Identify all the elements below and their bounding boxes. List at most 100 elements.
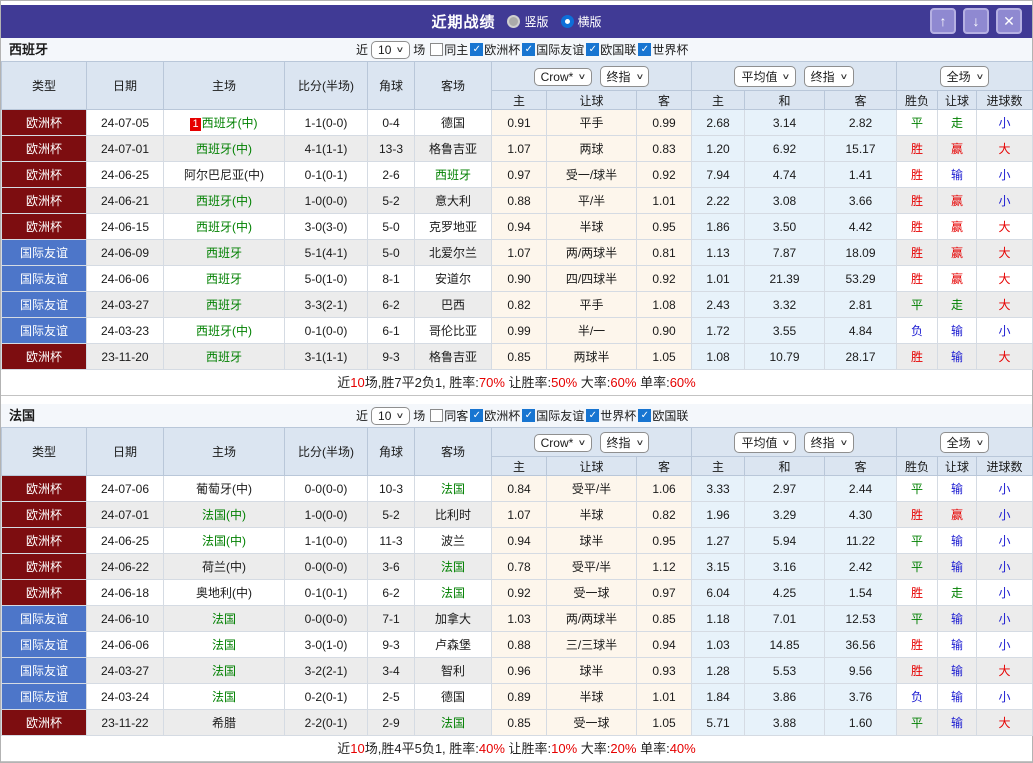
match-count-select[interactable]: 10 ∨ [371,40,411,59]
result-handicap-cell: 走 [937,579,978,606]
home-team-name: 西班牙 [205,298,242,312]
result-handicap-cell: 输 [937,161,978,188]
checkbox-checked-icon[interactable]: ✓ [470,43,484,56]
avg-away-odds: 1.54 [823,579,898,606]
close-button[interactable]: ✕ [996,8,1022,34]
league-filter[interactable]: ✓ 世界杯 [638,41,688,58]
checkbox-unchecked-icon[interactable] [430,409,444,422]
away-team-name: 意大利 [434,194,471,208]
handicap-dropdowns: Crow* ∨ 终指 ∨ [491,427,692,457]
radio-horizontal-label: 横版 [577,15,602,29]
matches-table: 类型 日期 主场 比分(半场) 角球 客场 Crow* ∨ 终指 ∨ 平均值 ∨ 终指… [1,61,1033,370]
league-filter[interactable]: ✓ 欧洲杯 [470,407,520,424]
layout-radio-vertical[interactable]: 竖版 [507,13,549,30]
move-down-button[interactable]: ↓ [963,8,989,34]
league-filter[interactable]: ✓ 欧国联 [586,41,636,58]
league-filter[interactable]: ✓ 国际友谊 [522,407,584,424]
home-team-name: 荷兰(中) [202,560,246,574]
result-handicap: 赢 [951,508,964,522]
same-venue-filter[interactable]: 同客 [430,407,468,424]
scope-select[interactable]: 全场 ∨ [939,431,990,453]
checkbox-checked-icon[interactable]: ✓ [470,409,484,422]
score-cell: 3-2(2-1) [284,657,368,684]
match-count-select[interactable]: 10 ∨ [371,406,411,425]
avg-away-odds: 36.56 [823,631,898,658]
col-result: 胜负 [896,456,939,476]
handicap-away-odds: 1.01 [636,683,692,710]
col-avg-draw: 和 [744,90,825,110]
result-goals: 大 [998,272,1011,286]
matches-table: 类型 日期 主场 比分(半场) 角球 客场 Crow* ∨ 终指 ∨ 平均值 ∨ 终指… [1,427,1033,736]
checkbox-checked-icon[interactable]: ✓ [522,409,536,422]
away-team-name: 北爱尔兰 [428,246,477,260]
corner-cell: 3-4 [367,657,415,684]
away-team-cell: 北爱尔兰 [414,239,492,266]
away-team-name: 智利 [440,664,465,678]
summary-segment: 40% [478,741,505,756]
competition-type-cell: 欧洲杯 [1,213,87,240]
away-team-cell: 安道尔 [414,265,492,292]
result-outcome-cell: 负 [896,317,939,344]
col-handicap-away: 客 [636,90,692,110]
avg-away-odds: 3.76 [823,683,898,710]
league-label: 世界杯 [652,43,689,57]
handicap-line: 球半 [546,657,637,684]
summary-segment: 场,胜4平5负1, 胜率: [364,741,479,756]
avg-draw-odds: 3.50 [744,213,825,240]
match-row: 欧洲杯 24-06-22 荷兰(中) 0-0(0-0) 3-6 法国 0.78 受平/半 1.1… [1,553,1033,580]
score-cell: 1-1(0-0) [284,527,368,554]
handicap-line: 受平/半 [546,475,637,502]
league-filter[interactable]: ✓ 世界杯 [586,407,636,424]
col-score: 比分(半场) [284,61,368,110]
result-outcome: 胜 [911,638,924,652]
result-handicap-cell: 赢 [937,135,978,162]
competition-type-cell: 国际友谊 [1,657,87,684]
result-handicap: 赢 [951,194,964,208]
average-select[interactable]: 平均值 ∨ [734,65,797,87]
checkbox-checked-icon[interactable]: ✓ [638,409,652,422]
layout-radio-horizontal[interactable]: 横版 [560,13,602,30]
result-outcome: 平 [911,716,924,730]
radio-unselected-icon[interactable] [507,15,521,28]
handicap-away-odds: 1.05 [636,709,692,736]
handicap-home-odds: 0.88 [491,631,547,658]
match-row: 欧洲杯 24-07-01 西班牙(中) 4-1(1-1) 13-3 格鲁吉亚 1.07 两球 0… [1,135,1033,162]
odds-time-select[interactable]: 终指 ∨ [599,65,650,87]
away-team-name: 哥伦比亚 [428,324,477,338]
same-venue-filter[interactable]: 同主 [430,41,468,58]
match-date-cell: 23-11-20 [86,343,164,370]
radio-selected-icon[interactable] [560,15,574,28]
handicap-home-odds: 1.07 [491,135,547,162]
away-team-cell: 德国 [414,683,492,710]
result-goals-cell: 小 [976,683,1033,710]
competition-type-cell: 欧洲杯 [1,579,87,606]
result-outcome: 平 [911,482,924,496]
result-handicap: 输 [951,716,964,730]
chevron-down-icon: ∨ [782,437,791,447]
bookmaker-select[interactable]: Crow* ∨ [533,67,593,86]
checkbox-checked-icon[interactable]: ✓ [522,43,536,56]
scope-select[interactable]: 全场 ∨ [939,65,990,87]
average-select[interactable]: 平均值 ∨ [734,431,797,453]
away-team-name: 巴西 [440,298,465,312]
move-up-button[interactable]: ↑ [930,8,956,34]
avg-away-odds: 18.09 [823,239,898,266]
col-corner: 角球 [367,427,415,476]
average-time-select[interactable]: 终指 ∨ [803,431,854,453]
league-filter[interactable]: ✓ 欧国联 [638,407,688,424]
avg-draw-odds: 10.79 [744,343,825,370]
league-filter[interactable]: ✓ 国际友谊 [522,41,584,58]
checkbox-checked-icon[interactable]: ✓ [638,43,652,56]
odds-time-select[interactable]: 终指 ∨ [599,431,650,453]
checkbox-checked-icon[interactable]: ✓ [586,43,600,56]
score-cell: 0-1(0-0) [284,317,368,344]
result-handicap-cell: 输 [937,657,978,684]
corner-cell: 8-1 [367,265,415,292]
league-filter[interactable]: ✓ 欧洲杯 [470,41,520,58]
avg-home-odds: 7.94 [691,161,745,188]
checkbox-unchecked-icon[interactable] [430,43,444,56]
competition-type-cell: 国际友谊 [1,239,87,266]
average-time-select[interactable]: 终指 ∨ [803,65,854,87]
checkbox-checked-icon[interactable]: ✓ [586,409,600,422]
bookmaker-select[interactable]: Crow* ∨ [533,433,593,452]
